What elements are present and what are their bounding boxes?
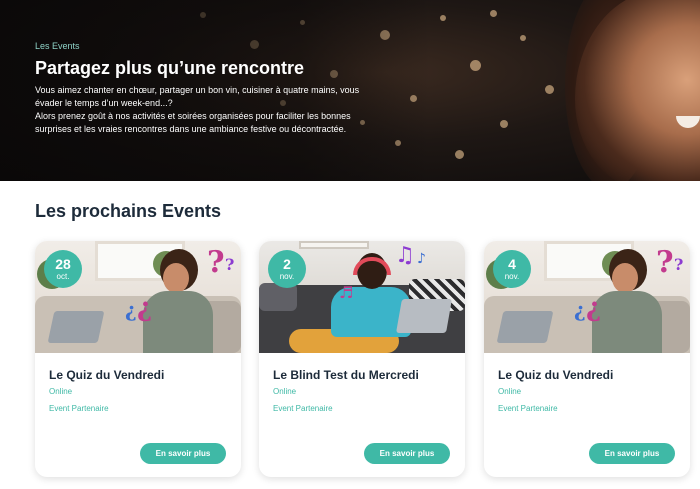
question-mark-icon: ?: [586, 295, 602, 325]
event-title[interactable]: Le Blind Test du Mercredi: [273, 368, 419, 382]
event-tag: Event Partenaire: [498, 404, 558, 413]
laptop-icon: [496, 311, 554, 343]
music-note-icon: ♪: [417, 251, 426, 267]
laptop-icon: [396, 299, 452, 333]
question-mark-icon: ?: [125, 301, 137, 325]
date-day: 4: [508, 256, 516, 272]
question-mark-icon: ?: [674, 255, 684, 274]
question-mark-icon: ?: [656, 245, 674, 280]
question-mark-icon: ?: [137, 295, 153, 325]
music-note-icon: ♫: [395, 243, 415, 268]
event-mode: Online: [498, 387, 522, 396]
event-card[interactable]: ? ? ? ? 4 nov. Le Quiz du Vendredi Onlin…: [484, 241, 690, 477]
date-badge: 28 oct.: [44, 250, 82, 288]
date-month: nov.: [504, 272, 520, 281]
date-day: 2: [283, 256, 291, 272]
learn-more-button[interactable]: En savoir plus: [364, 443, 450, 464]
hero-description: Vous aimez chanter en chœur, partager un…: [35, 84, 370, 136]
event-mode: Online: [273, 387, 297, 396]
question-mark-icon: ?: [207, 245, 225, 280]
event-card[interactable]: ♫ ♪ ♬ 2 nov. Le Blind Test du Mercredi O…: [259, 241, 465, 477]
question-mark-icon: ?: [225, 255, 235, 274]
date-day: 28: [55, 256, 71, 272]
event-title[interactable]: Le Quiz du Vendredi: [498, 368, 613, 382]
question-mark-icon: ?: [574, 301, 586, 325]
laptop-icon: [47, 311, 105, 343]
event-tag: Event Partenaire: [273, 404, 333, 413]
learn-more-button[interactable]: En savoir plus: [140, 443, 226, 464]
event-title[interactable]: Le Quiz du Vendredi: [49, 368, 164, 382]
hero-paragraph-1: Vous aimez chanter en chœur, partager un…: [35, 85, 360, 108]
event-card[interactable]: ? ? ? ? 28 oct. Le Quiz du Vendredi Onli…: [35, 241, 241, 477]
date-badge: 2 nov.: [268, 250, 306, 288]
learn-more-button[interactable]: En savoir plus: [589, 443, 675, 464]
date-month: oct.: [56, 272, 70, 281]
headphones-icon: [353, 257, 391, 275]
event-tag: Event Partenaire: [49, 404, 109, 413]
date-month: nov.: [279, 272, 295, 281]
hero-paragraph-2: Alors prenez goût à nos activités et soi…: [35, 111, 351, 134]
section-title: Les prochains Events: [35, 201, 222, 221]
event-mode: Online: [49, 387, 73, 396]
hero-title: Partagez plus qu’une rencontre: [35, 58, 305, 78]
music-note-icon: ♬: [339, 283, 354, 302]
hero-banner: Les Events Partagez plus qu’une rencontr…: [0, 0, 700, 181]
hero-kicker: Les Events: [35, 41, 80, 51]
date-badge: 4 nov.: [493, 250, 531, 288]
